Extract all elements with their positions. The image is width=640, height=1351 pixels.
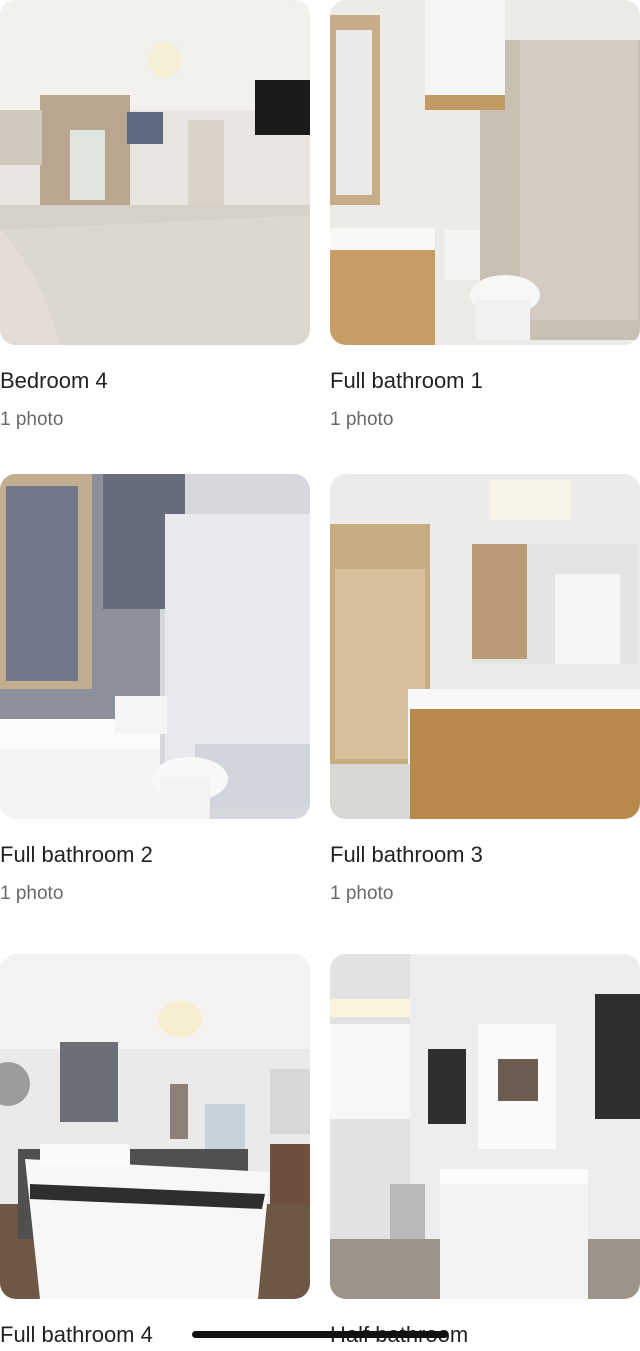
bathroom-photo[interactable]: [330, 0, 640, 345]
home-indicator[interactable]: [192, 1331, 448, 1338]
bathroom-photo[interactable]: [330, 954, 640, 1299]
room-card-full-bathroom-2[interactable]: Full bathroom 2 1 photo: [0, 474, 310, 904]
bathroom-photo[interactable]: [330, 474, 640, 819]
room-name: Bedroom 4: [0, 368, 108, 393]
room-card-bedroom-4[interactable]: Bedroom 4 1 photo: [0, 0, 310, 430]
photo-count: 1 photo: [330, 883, 394, 904]
room-card-full-bathroom-3[interactable]: Full bathroom 3 1 photo: [330, 474, 640, 904]
bathroom-photo[interactable]: [0, 474, 310, 819]
room-card-full-bathroom-4[interactable]: Full bathroom 4: [0, 954, 310, 1347]
room-name: Full bathroom 4: [0, 1322, 153, 1347]
room-name: Full bathroom 2: [0, 842, 153, 867]
room-name: Full bathroom 1: [330, 368, 483, 393]
photo-count: 1 photo: [0, 883, 64, 904]
room-card-full-bathroom-1[interactable]: Full bathroom 1 1 photo: [330, 0, 640, 430]
bedroom-photo[interactable]: [0, 0, 310, 345]
bedroom-photo[interactable]: [0, 954, 310, 1299]
photo-count: 1 photo: [330, 409, 394, 430]
room-card-half-bathroom[interactable]: Half bathroom: [330, 954, 640, 1347]
photo-count: 1 photo: [0, 409, 64, 430]
room-name: Full bathroom 3: [330, 842, 483, 867]
